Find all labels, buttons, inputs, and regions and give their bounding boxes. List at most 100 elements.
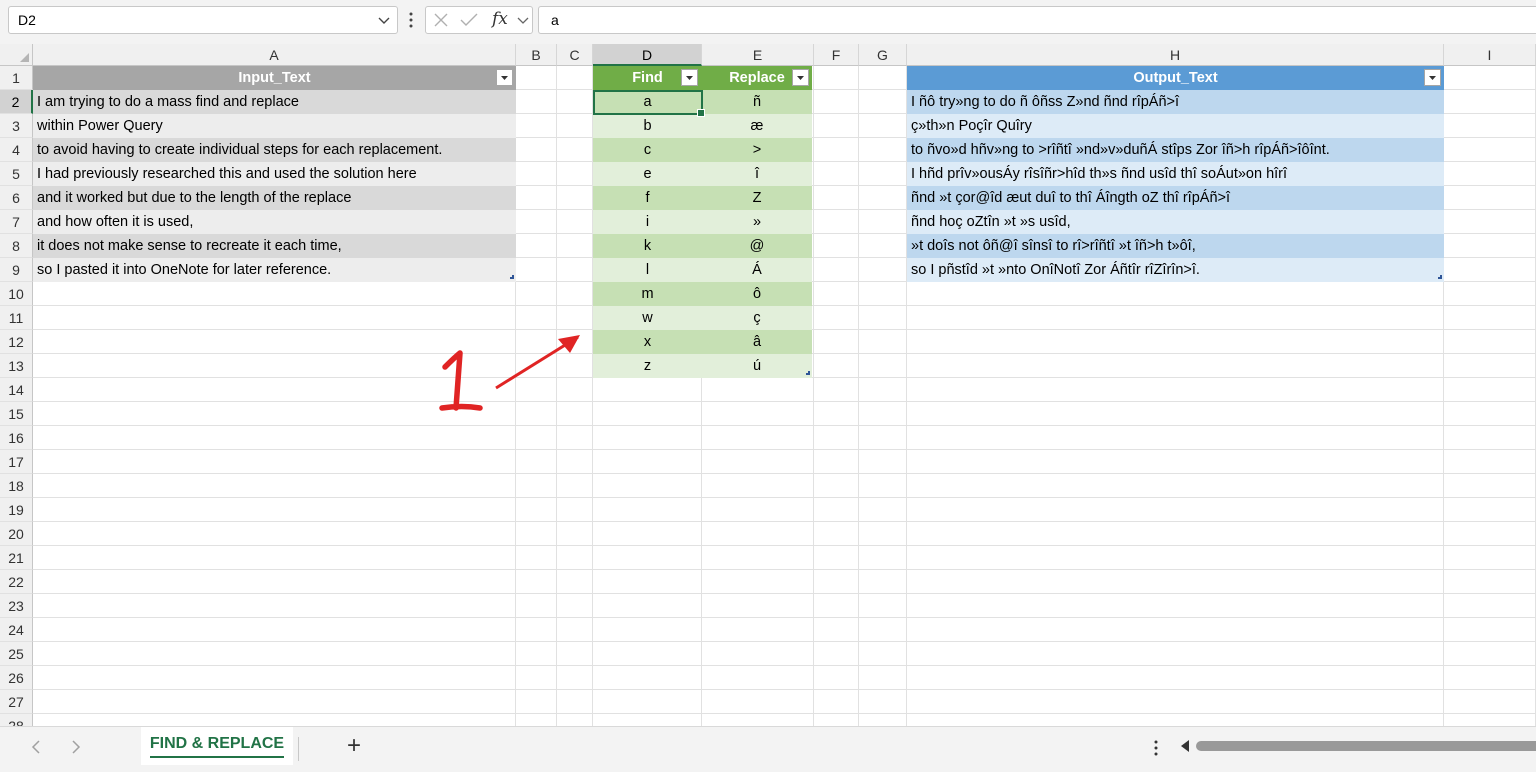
row-header-6[interactable]: 6 xyxy=(0,186,33,210)
filter-dropdown-button[interactable] xyxy=(792,69,809,86)
input-table-header[interactable]: Input_Text xyxy=(33,66,516,90)
active-cell-selection[interactable] xyxy=(593,90,705,117)
column-header-d[interactable]: D xyxy=(593,44,702,66)
row-header-11[interactable]: 11 xyxy=(0,306,33,330)
column-header-h[interactable]: H xyxy=(907,44,1444,66)
replace-cell[interactable]: î xyxy=(702,162,812,186)
name-box[interactable]: D2 xyxy=(8,6,398,34)
row-header-23[interactable]: 23 xyxy=(0,594,33,618)
select-all-button[interactable] xyxy=(0,44,33,66)
find-cell[interactable]: z xyxy=(593,354,702,378)
find-cell[interactable]: i xyxy=(593,210,702,234)
row-header-28[interactable]: 28 xyxy=(0,714,33,726)
horizontal-scrollbar[interactable] xyxy=(1196,741,1536,751)
chevron-down-icon[interactable] xyxy=(377,13,391,27)
find-cell[interactable]: k xyxy=(593,234,702,258)
row-header-16[interactable]: 16 xyxy=(0,426,33,450)
row-header-9[interactable]: 9 xyxy=(0,258,33,282)
column-header-i[interactable]: I xyxy=(1444,44,1536,66)
add-sheet-button[interactable]: + xyxy=(347,732,361,760)
input-text-cell[interactable]: I had previously researched this and use… xyxy=(33,162,516,186)
input-text-cell[interactable]: to avoid having to create individual ste… xyxy=(33,138,516,162)
scroll-left-icon[interactable] xyxy=(1180,740,1190,752)
row-header-18[interactable]: 18 xyxy=(0,474,33,498)
column-header-f[interactable]: F xyxy=(814,44,859,66)
output-text-cell[interactable]: I ñô try»ng to do ñ ôñss Z»nd ñnd rîpÁñ>… xyxy=(907,90,1444,114)
replace-cell[interactable]: ç xyxy=(702,306,812,330)
row-header-1[interactable]: 1 xyxy=(0,66,33,90)
find-cell[interactable]: l xyxy=(593,258,702,282)
row-header-2[interactable]: 2 xyxy=(0,90,33,114)
replace-cell[interactable]: @ xyxy=(702,234,812,258)
row-header-13[interactable]: 13 xyxy=(0,354,33,378)
row-header-26[interactable]: 26 xyxy=(0,666,33,690)
row-header-8[interactable]: 8 xyxy=(0,234,33,258)
find-cell[interactable]: w xyxy=(593,306,702,330)
chevron-right-icon[interactable] xyxy=(70,739,82,755)
input-text-cell[interactable]: within Power Query xyxy=(33,114,516,138)
row-header-19[interactable]: 19 xyxy=(0,498,33,522)
row-header-4[interactable]: 4 xyxy=(0,138,33,162)
output-text-cell[interactable]: so I pñstîd »t »nto OnîNotî Zor Áñtîr rî… xyxy=(907,258,1444,282)
table-resize-handle[interactable] xyxy=(510,275,514,279)
find-cell[interactable]: e xyxy=(593,162,702,186)
enter-check-icon[interactable] xyxy=(460,12,478,28)
row-header-20[interactable]: 20 xyxy=(0,522,33,546)
replace-cell[interactable]: æ xyxy=(702,114,812,138)
row-header-14[interactable]: 14 xyxy=(0,378,33,402)
replace-cell[interactable]: » xyxy=(702,210,812,234)
more-options-icon[interactable] xyxy=(1152,739,1160,757)
table-resize-handle[interactable] xyxy=(806,371,810,375)
row-header-7[interactable]: 7 xyxy=(0,210,33,234)
replace-cell[interactable]: ñ xyxy=(702,90,812,114)
replace-cell[interactable]: Á xyxy=(702,258,812,282)
find-cell[interactable]: x xyxy=(593,330,702,354)
row-header-3[interactable]: 3 xyxy=(0,114,33,138)
column-header-e[interactable]: E xyxy=(702,44,814,66)
output-text-cell[interactable]: I hñd prîv»ousÁy rîsîñr>hîd th»s ñnd usî… xyxy=(907,162,1444,186)
formula-input[interactable]: a xyxy=(538,6,1536,34)
row-header-17[interactable]: 17 xyxy=(0,450,33,474)
find-cell[interactable]: f xyxy=(593,186,702,210)
row-header-15[interactable]: 15 xyxy=(0,402,33,426)
find-cell[interactable]: m xyxy=(593,282,702,306)
output-table-header[interactable]: Output_Text xyxy=(907,66,1444,90)
row-header-5[interactable]: 5 xyxy=(0,162,33,186)
filter-sort-button[interactable] xyxy=(496,69,513,86)
fill-handle[interactable] xyxy=(697,109,705,117)
row-header-27[interactable]: 27 xyxy=(0,690,33,714)
row-header-25[interactable]: 25 xyxy=(0,642,33,666)
replace-cell[interactable]: ô xyxy=(702,282,812,306)
replace-cell[interactable]: ú xyxy=(702,354,812,378)
output-text-cell[interactable]: ç»th»n Poçîr Quîry xyxy=(907,114,1444,138)
column-header-g[interactable]: G xyxy=(859,44,907,66)
output-text-cell[interactable]: ñnd hoç oZtîn »t »s usîd, xyxy=(907,210,1444,234)
row-header-12[interactable]: 12 xyxy=(0,330,33,354)
output-text-cell[interactable]: ñnd »t çor@îd æut duî to thî Áîngth oZ t… xyxy=(907,186,1444,210)
row-header-10[interactable]: 10 xyxy=(0,282,33,306)
input-text-cell[interactable]: I am trying to do a mass find and replac… xyxy=(33,90,516,114)
input-text-cell[interactable]: and it worked but due to the length of t… xyxy=(33,186,516,210)
chevron-down-icon[interactable] xyxy=(517,14,529,26)
input-text-cell[interactable]: it does not make sense to recreate it ea… xyxy=(33,234,516,258)
chevron-left-icon[interactable] xyxy=(30,739,42,755)
sheet-tab-find-replace[interactable]: FIND & REPLACE xyxy=(141,727,293,765)
find-cell[interactable]: c xyxy=(593,138,702,162)
output-text-cell[interactable]: »t doîs not ôñ@î sînsî to rî>rîñtî »t îñ… xyxy=(907,234,1444,258)
table-resize-handle[interactable] xyxy=(1438,275,1442,279)
filter-dropdown-button[interactable] xyxy=(1424,69,1441,86)
column-header-a[interactable]: A xyxy=(33,44,516,66)
cancel-icon[interactable] xyxy=(433,12,449,28)
filter-sort-button[interactable] xyxy=(681,69,698,86)
column-header-c[interactable]: C xyxy=(557,44,593,66)
input-text-cell[interactable]: so I pasted it into OneNote for later re… xyxy=(33,258,516,282)
insert-function-icon[interactable]: fx xyxy=(492,9,508,29)
replace-cell[interactable]: Z xyxy=(702,186,812,210)
more-options-icon[interactable] xyxy=(407,10,415,30)
row-header-24[interactable]: 24 xyxy=(0,618,33,642)
input-text-cell[interactable]: and how often it is used, xyxy=(33,210,516,234)
row-header-21[interactable]: 21 xyxy=(0,546,33,570)
row-header-22[interactable]: 22 xyxy=(0,570,33,594)
replace-cell[interactable]: â xyxy=(702,330,812,354)
column-header-b[interactable]: B xyxy=(516,44,557,66)
